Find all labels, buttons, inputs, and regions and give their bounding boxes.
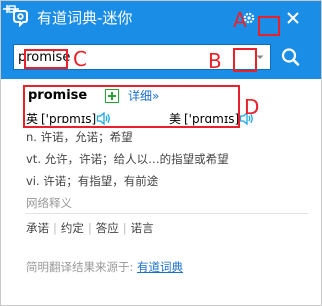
- web-term[interactable]: 承诺: [26, 221, 49, 235]
- close-icon[interactable]: [286, 11, 300, 25]
- annotation-box-a: [258, 16, 280, 36]
- term-separator: |: [87, 221, 92, 235]
- web-term[interactable]: 约定: [61, 221, 84, 235]
- footer-text: 简明翻译结果来源于:: [26, 260, 134, 274]
- source-footer: 简明翻译结果来源于: 有道词典: [26, 259, 183, 275]
- annotation-label-b: B: [208, 49, 222, 73]
- definition-vi: vi. 许诺；有指望，有前途: [26, 174, 159, 188]
- mini-dictionary-window: 有道词典-迷你 promise promise 详细» 英 ['prɒmɪs] …: [0, 0, 322, 306]
- annotation-box-c: [24, 49, 68, 69]
- annotation-box-b: [233, 48, 257, 72]
- search-button[interactable]: [272, 44, 310, 70]
- definition-noun: n. 许诺，允诺；希望: [26, 130, 133, 144]
- definition-vt: vt. 允许，许诺；给人以…的指望或希望: [26, 152, 229, 166]
- youdao-logo-icon: [13, 10, 28, 27]
- term-separator: |: [122, 221, 127, 235]
- web-translation-terms: 承诺 | 约定 | 答应 | 诺言: [26, 220, 154, 236]
- annotation-label-a: A: [233, 8, 247, 32]
- annotation-label-c: C: [73, 47, 87, 71]
- youdao-dict-link[interactable]: 有道词典: [137, 260, 183, 274]
- annotation-label-d: D: [244, 95, 260, 119]
- web-term[interactable]: 诺言: [131, 221, 154, 235]
- search-icon: [281, 48, 300, 66]
- term-separator: |: [53, 221, 57, 235]
- web-term[interactable]: 答应: [96, 221, 119, 235]
- window-title: 有道词典-迷你: [37, 9, 133, 27]
- section-divider: [26, 213, 308, 214]
- annotation-box-d: [23, 85, 240, 128]
- web-translation-title: 网络释义: [26, 196, 72, 210]
